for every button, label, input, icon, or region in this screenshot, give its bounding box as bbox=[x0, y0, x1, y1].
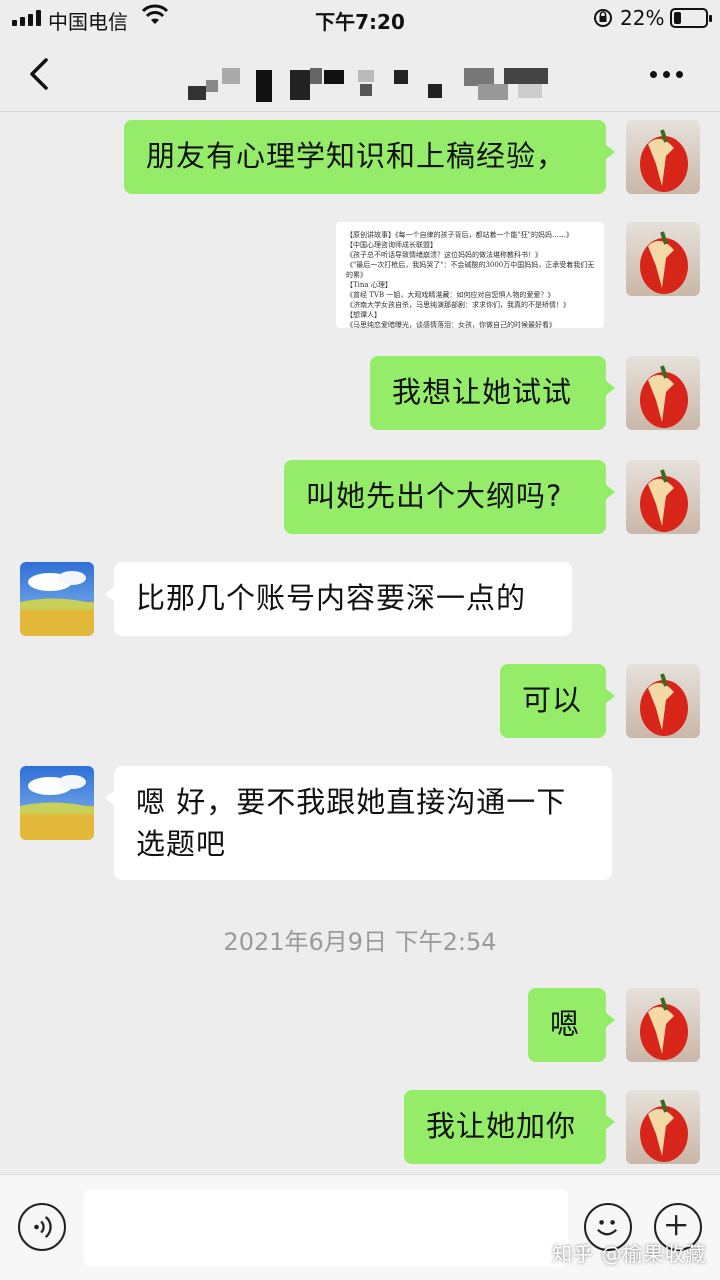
battery-icon bbox=[670, 8, 712, 28]
doc-line: 的累》 bbox=[346, 271, 367, 279]
doc-line: 《"最后一次打枪后，我妈哭了"：不会碱酸的3000万中国妈妈，正承受着我们无法想… bbox=[346, 261, 594, 269]
my-avatar[interactable] bbox=[626, 120, 700, 194]
voice-icon[interactable] bbox=[18, 1203, 66, 1251]
my-avatar[interactable] bbox=[626, 356, 700, 430]
message-bubble-sent[interactable]: 朋友有心理学知识和上稿经验， bbox=[124, 120, 615, 194]
doc-line: 《曾经 TVB 一姐，大观戏精湛藏：如何应对自您惧人物的爱爱？》 bbox=[346, 291, 555, 299]
chat-title-pixelated bbox=[188, 66, 550, 104]
doc-line: 【Tina 心理】 bbox=[346, 281, 392, 289]
message-bubble-sent[interactable]: 叫她先出个大纲吗? bbox=[284, 460, 615, 534]
contact-avatar[interactable] bbox=[20, 766, 94, 840]
battery-fill bbox=[674, 12, 681, 24]
doc-line: 【中国心理咨询师成长联盟】 bbox=[346, 241, 437, 249]
message-bubble-sent[interactable]: 嗯 bbox=[528, 988, 615, 1062]
status-bar: 中国电信 下午7:20 22% bbox=[0, 0, 720, 36]
my-avatar[interactable] bbox=[626, 1090, 700, 1164]
doc-line: 《济南大学女孩自杀，马思纯演那部剧：求求你们，我真的不是矫情！》 bbox=[346, 301, 570, 309]
doc-line: 《马思纯恋爱暗曝光，谈感情落泪：女孩，你做自己的时候最好看》 bbox=[346, 321, 556, 328]
message-bubble-sent[interactable]: 可以 bbox=[500, 664, 615, 738]
message-bubble-received[interactable]: 嗯 好，要不我跟她直接沟通一下选题吧 bbox=[105, 766, 612, 880]
my-avatar[interactable] bbox=[626, 222, 700, 296]
message-timestamp: 2021年6月9日 下午2:54 bbox=[223, 928, 497, 956]
watermark: 知乎 @榆果收藏 bbox=[552, 1242, 707, 1266]
doc-line: 【原创讲故事】《每一个自律的孩子背后，都站着一个能"狂"的妈妈……》 bbox=[346, 231, 573, 239]
my-avatar[interactable] bbox=[626, 664, 700, 738]
message-bubble-received[interactable]: 比那几个账号内容要深一点的 bbox=[105, 562, 572, 636]
chevron-left-icon[interactable] bbox=[22, 54, 58, 94]
rotation-lock-icon bbox=[594, 9, 612, 27]
message-input[interactable] bbox=[84, 1189, 568, 1267]
battery-percent: 22% bbox=[620, 6, 665, 30]
my-avatar[interactable] bbox=[626, 460, 700, 534]
my-avatar[interactable] bbox=[626, 988, 700, 1062]
contact-avatar[interactable] bbox=[20, 562, 94, 636]
chat-header bbox=[0, 36, 720, 112]
message-bubble-sent[interactable]: 我让她加你 bbox=[404, 1090, 615, 1164]
document-screenshot-message[interactable]: 【原创讲故事】《每一个自律的孩子背后，都站着一个能"狂"的妈妈……》 【中国心理… bbox=[336, 222, 604, 328]
doc-line: 《孩子总不听话导致情绪崩溃？这位妈妈的做法堪称教科书！》 bbox=[346, 251, 542, 259]
message-bubble-sent[interactable]: 我想让她试试 bbox=[370, 356, 615, 430]
more-dots-icon[interactable] bbox=[650, 62, 690, 86]
doc-line: 【想谭人】 bbox=[346, 311, 381, 319]
